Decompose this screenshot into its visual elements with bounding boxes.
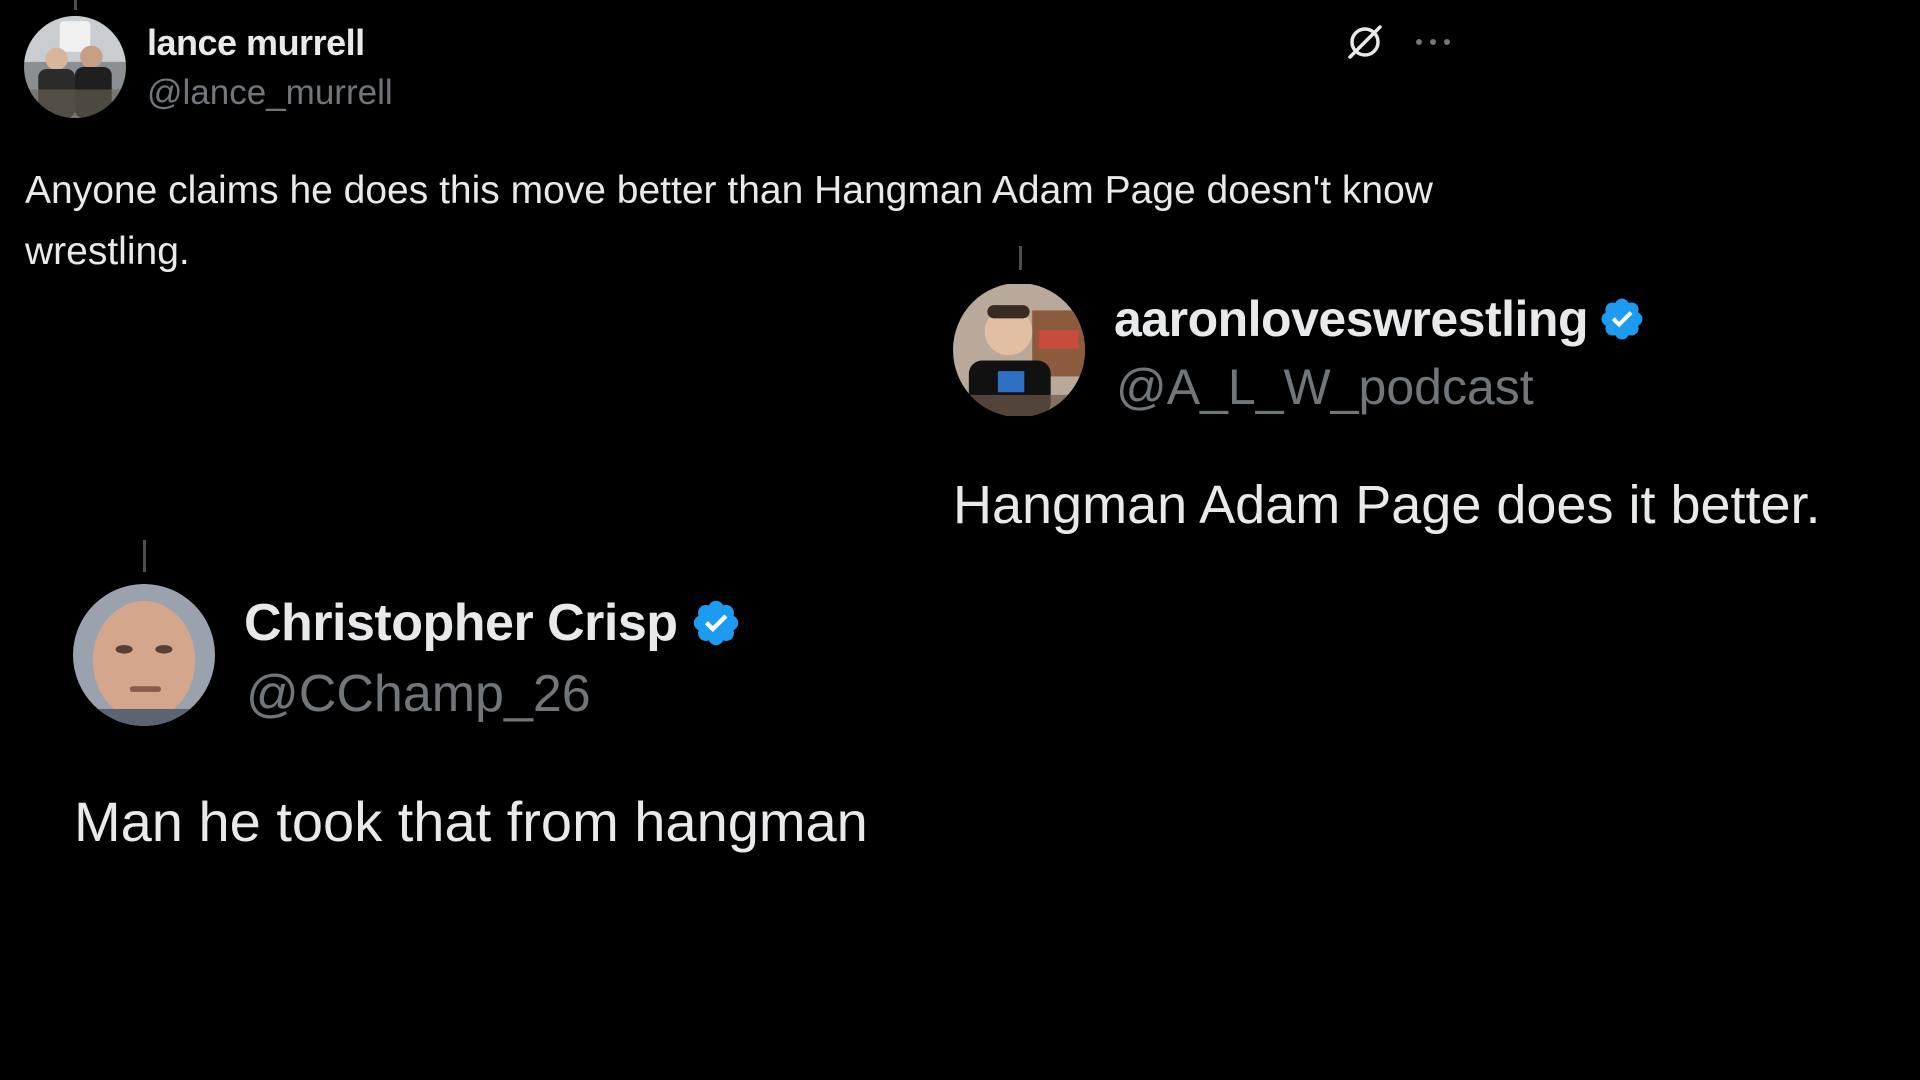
avatar-image [73, 584, 215, 726]
post-canvas: lance murrell @lance_murrell Anyone clai… [0, 0, 1920, 1080]
avatar-image [24, 16, 126, 118]
grok-icon[interactable] [1338, 18, 1392, 66]
thread-connector [74, 0, 77, 10]
display-name[interactable]: lance murrell [147, 22, 365, 64]
avatar-aaronloveswrestling[interactable] [953, 283, 1085, 417]
quote-author-name[interactable]: aaronloveswrestling [1114, 290, 1646, 348]
quote-author-name[interactable]: Christopher Crisp [244, 593, 742, 653]
quote-text: Man he took that from hangman [74, 790, 868, 853]
thread-connector [143, 540, 146, 572]
more-icon[interactable] [1408, 18, 1458, 66]
avatar-lance-murrell[interactable] [24, 16, 126, 118]
avatar-image [953, 284, 1085, 416]
user-handle[interactable]: @lance_murrell [147, 73, 393, 113]
display-name[interactable]: Christopher Crisp [244, 593, 678, 653]
avatar-christopher-crisp[interactable] [73, 584, 215, 726]
verified-badge-icon [1598, 295, 1646, 343]
user-handle[interactable]: @A_L_W_podcast [1116, 358, 1534, 416]
quote-text: Hangman Adam Page does it better. [953, 475, 1821, 535]
thread-connector [1019, 246, 1022, 270]
user-handle[interactable]: @CChamp_26 [246, 664, 591, 724]
display-name[interactable]: aaronloveswrestling [1114, 290, 1589, 348]
post-text: Anyone claims he does this move better t… [25, 169, 1433, 273]
verified-badge-icon [690, 597, 742, 649]
